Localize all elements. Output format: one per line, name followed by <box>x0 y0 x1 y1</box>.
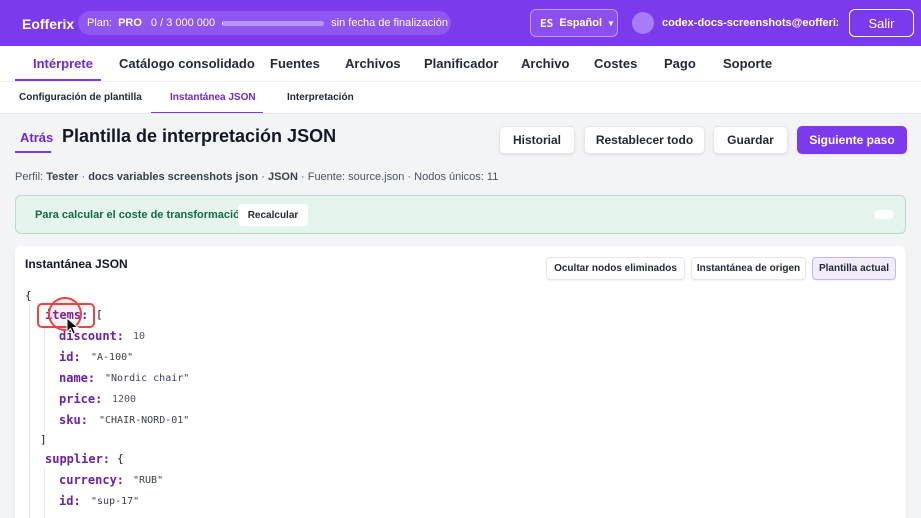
plan-progress-bar <box>222 20 325 26</box>
tab-payment[interactable]: Pago <box>664 56 696 71</box>
logout-button[interactable]: Salir <box>849 9 914 37</box>
json-colon: : <box>73 494 81 508</box>
json-key: currency <box>59 473 117 487</box>
json-colon: : <box>102 452 111 466</box>
tab-costs[interactable]: Costes <box>594 56 637 71</box>
json-node[interactable]: name: <box>59 371 95 386</box>
meta-sep: · <box>407 171 412 183</box>
plan-usage: 0 / 3 000 000 <box>150 17 216 29</box>
brand-logo[interactable]: Eofferix <box>22 16 74 32</box>
next-step-button[interactable]: Siguiente paso <box>797 126 907 154</box>
profile-docs: docs variables screenshots json <box>88 171 259 183</box>
plan-label: Plan: <box>87 17 113 29</box>
language-code: ES <box>540 16 554 30</box>
hide-deleted-nodes-button[interactable]: Ocultar nodos eliminados <box>546 257 685 280</box>
reset-all-button[interactable]: Restablecer todo <box>584 126 705 154</box>
tab-consolidated-catalog[interactable]: Catálogo consolidado <box>119 56 255 71</box>
json-value: "RUB" <box>133 475 164 486</box>
source-snapshot-button[interactable]: Instantánea de origen <box>691 257 806 280</box>
profile-name: Tester <box>46 171 79 183</box>
json-node[interactable]: sku: <box>59 413 88 428</box>
json-key: name <box>59 371 88 385</box>
main-nav: Intérprete Catálogo consolidado Fuentes … <box>0 46 921 82</box>
json-value: "A-100" <box>91 352 134 363</box>
json-value: 1200 <box>112 394 137 405</box>
meta-sep: · <box>300 171 305 183</box>
subtab-interpretation[interactable]: Interpretación <box>287 92 354 103</box>
indent-guide <box>44 469 45 518</box>
json-value: "CHAIR-NORD-01" <box>99 415 190 426</box>
profile-source: Fuente: source.json <box>307 171 405 183</box>
json-open-brace: { <box>25 289 32 302</box>
mouse-cursor-icon <box>66 317 80 335</box>
history-button[interactable]: Historial <box>499 126 575 154</box>
profile-meta: Perfil: Tester · docs variables screensh… <box>15 171 498 183</box>
json-node[interactable]: currency: <box>59 473 124 488</box>
json-node[interactable]: price: <box>59 392 102 407</box>
json-key: sku <box>59 413 81 427</box>
json-key: supplier <box>45 452 103 466</box>
json-node[interactable]: id: <box>59 494 81 509</box>
profile-label: Perfil: <box>15 171 44 183</box>
json-colon: : <box>116 473 125 487</box>
indent-guide <box>44 326 45 432</box>
json-key: id <box>59 350 74 364</box>
json-value: "sup-17" <box>91 496 140 507</box>
json-colon: : <box>73 350 81 364</box>
profile-format: JSON <box>267 171 298 183</box>
json-items-open: [ <box>96 308 103 321</box>
json-colon: : <box>95 392 103 406</box>
tab-archive[interactable]: Archivo <box>521 56 569 71</box>
json-value: 10 <box>133 331 146 342</box>
subtab-template-config[interactable]: Configuración de plantilla <box>19 92 142 103</box>
json-colon: : <box>87 371 96 385</box>
current-template-button[interactable]: Plantilla actual <box>812 257 896 280</box>
top-bar: Eofferix Plan: PRO 0 / 3 000 000 sin fec… <box>0 0 921 46</box>
avatar[interactable] <box>632 12 654 34</box>
user-email[interactable]: codex-docs-screenshots@eofferix <box>662 17 838 29</box>
language-name: Español <box>559 17 603 29</box>
json-node[interactable]: id: <box>59 350 81 365</box>
plan-indicator: Plan: PRO 0 / 3 000 000 sin fecha de fin… <box>78 11 451 35</box>
plan-expiry: sin fecha de finalización <box>331 17 448 29</box>
meta-sep: · <box>81 171 86 183</box>
cost-notice: Para calcular el coste de transformación… <box>15 195 906 234</box>
meta-sep: · <box>261 171 265 183</box>
back-link[interactable]: Atrás <box>20 130 53 145</box>
tab-interpreter[interactable]: Intérprete <box>33 56 93 71</box>
back-underline <box>15 151 51 153</box>
tab-scheduler[interactable]: Planificador <box>424 56 498 71</box>
tab-sources[interactable]: Fuentes <box>270 56 320 71</box>
page-title: Plantilla de interpretación JSON <box>62 126 337 146</box>
language-selector[interactable]: ES Español ▼ <box>530 9 618 37</box>
profile-nodes: Nodos únicos: 11 <box>414 171 499 183</box>
caret-down-icon: ▼ <box>607 18 615 28</box>
recalculate-button[interactable]: Recalcular <box>238 204 308 226</box>
json-colon: : <box>80 413 88 427</box>
snapshot-title: Instantánea JSON <box>25 257 128 271</box>
tab-support[interactable]: Soporte <box>723 56 772 71</box>
save-button[interactable]: Guardar <box>713 126 788 154</box>
active-subtab-indicator <box>151 112 263 113</box>
subtab-json-snapshot[interactable]: Instantánea JSON <box>170 92 256 103</box>
json-supplier-open: { <box>117 452 124 465</box>
json-value: "Nordic chair" <box>105 373 190 384</box>
indent-guide <box>29 304 30 518</box>
json-key: price <box>59 392 96 406</box>
cost-notice-text: Para calcular el coste de transformación <box>35 209 247 221</box>
json-items-close: ] <box>40 433 47 446</box>
json-key: id <box>59 494 74 508</box>
json-node-supplier[interactable]: supplier: <box>45 452 110 467</box>
sub-nav: Configuración de plantilla Instantánea J… <box>0 82 921 114</box>
notice-toggle[interactable] <box>874 210 894 219</box>
plan-progress-fill <box>222 20 224 26</box>
json-colon: : <box>116 329 125 343</box>
plan-name: PRO <box>118 17 142 29</box>
active-tab-indicator <box>15 79 101 81</box>
tab-files[interactable]: Archivos <box>345 56 401 71</box>
